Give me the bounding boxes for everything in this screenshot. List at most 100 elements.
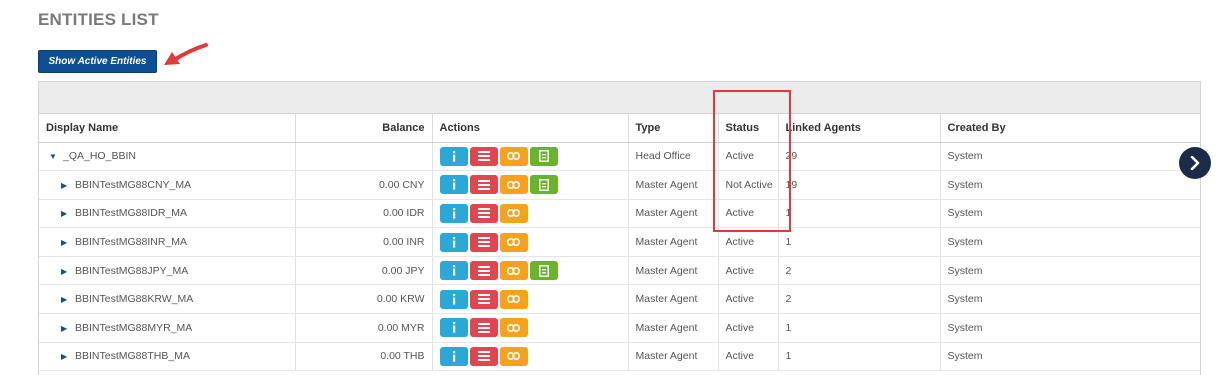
cell-display-name[interactable]: ▶ BBINTestMG88THB_MA <box>39 342 296 372</box>
cell-display-name[interactable]: ▶ BBINTestMG88KRW_MA <box>39 284 296 315</box>
cell-balance: 0.00 IDR <box>295 199 433 229</box>
cell-actions <box>432 142 629 172</box>
cell-linked-agents: 29 <box>778 142 941 172</box>
entities-table-container: Display Name Balance Actions Type Status… <box>38 81 1201 375</box>
expand-caret-right-icon[interactable]: ▶ <box>61 295 71 304</box>
link-icon <box>507 238 520 247</box>
list-action-button[interactable] <box>469 318 498 338</box>
entity-name: BBINTestMG88MYR_MA <box>75 321 193 334</box>
info-action-button[interactable] <box>439 318 468 338</box>
table-row[interactable]: ▶ BBINTestMG88KRW_MA 0.00 KRW Master Agent A… <box>39 284 1200 315</box>
expand-caret-right-icon[interactable]: ▶ <box>61 267 71 276</box>
cell-linked-agents: 1 <box>778 199 941 229</box>
cell-display-name[interactable]: ▼ _QA_HO_BBIN <box>39 142 296 172</box>
entity-name: BBINTestMG88JPY_MA <box>75 264 189 277</box>
document-icon <box>538 150 549 163</box>
table-row[interactable]: ▶ BBINTestMG88JPY_MA 0.00 JPY Master Agent A… <box>39 256 1200 286</box>
link-icon <box>507 352 520 361</box>
expand-caret-down-icon[interactable]: ▼ <box>49 152 59 161</box>
link-action-button[interactable] <box>499 175 528 195</box>
table-row[interactable]: ▶ BBINTestMG88INR_MA 0.00 INR Master Agent A… <box>39 227 1200 257</box>
expand-caret-right-icon[interactable]: ▶ <box>61 238 71 247</box>
cell-balance: 0.00 KRW <box>295 284 433 315</box>
cell-display-name[interactable]: ▶ BBINTestMG88CNY_MA <box>39 170 296 200</box>
info-action-button[interactable] <box>439 261 468 281</box>
list-icon <box>477 237 490 248</box>
cell-balance: 0.00 INR <box>295 227 433 257</box>
info-icon <box>450 293 458 305</box>
cell-actions <box>432 170 629 200</box>
cell-created-by: System <box>940 199 1200 229</box>
link-action-button[interactable] <box>499 232 528 252</box>
list-action-button[interactable] <box>469 175 498 195</box>
list-icon <box>477 151 490 162</box>
table-row[interactable]: ▶ BBINTestMG88MYR_MA 0.00 MYR Master Agent A… <box>39 313 1200 343</box>
link-action-button[interactable] <box>499 346 528 366</box>
cell-created-by: System <box>940 284 1200 315</box>
cell-linked-agents: 2 <box>778 256 941 286</box>
document-action-button[interactable] <box>529 146 558 166</box>
info-action-button[interactable] <box>439 232 468 252</box>
link-action-button[interactable] <box>499 318 528 338</box>
expand-caret-right-icon[interactable]: ▶ <box>61 209 71 218</box>
cell-actions <box>432 313 629 343</box>
cell-actions <box>432 199 629 229</box>
list-action-button[interactable] <box>469 146 498 166</box>
show-active-entities-button[interactable]: Show Active Entities <box>38 50 157 73</box>
cell-balance: 0.00 MYR <box>295 313 433 343</box>
table-row[interactable]: ▶ BBINTestMG88THB_MA 0.00 THB Master Agent A… <box>39 342 1200 372</box>
table-row[interactable]: ▶ BBINTestMG88IDR_MA 0.00 IDR Master Agent A… <box>39 199 1200 229</box>
cell-type: Master Agent <box>628 227 719 257</box>
document-action-button[interactable] <box>529 261 558 281</box>
info-icon <box>450 350 458 362</box>
link-action-button[interactable] <box>499 203 528 223</box>
cell-created-by: System <box>940 142 1200 172</box>
cell-linked-agents: 1 <box>778 342 941 372</box>
list-action-button[interactable] <box>469 232 498 252</box>
column-header-display-name[interactable]: Display Name <box>39 114 296 143</box>
info-action-button[interactable] <box>439 203 468 223</box>
table-row[interactable]: ▶ BBINTestMG88CNY_MA 0.00 CNY Master Agent N… <box>39 170 1200 200</box>
column-header-balance[interactable]: Balance <box>295 114 433 143</box>
info-action-button[interactable] <box>439 346 468 366</box>
list-action-button[interactable] <box>469 261 498 281</box>
column-header-type[interactable]: Type <box>628 114 719 143</box>
list-action-button[interactable] <box>469 203 498 223</box>
link-icon <box>507 180 520 189</box>
info-action-button[interactable] <box>439 146 468 166</box>
info-action-button[interactable] <box>439 175 468 195</box>
cell-actions <box>432 227 629 257</box>
cell-type: Master Agent <box>628 313 719 343</box>
cell-type: Head Office <box>628 142 719 172</box>
link-action-button[interactable] <box>499 289 528 309</box>
document-icon <box>538 178 549 191</box>
expand-caret-right-icon[interactable]: ▶ <box>61 324 71 333</box>
scroll-right-button[interactable] <box>1179 147 1211 179</box>
cell-display-name[interactable]: ▶ BBINTestMG88INR_MA <box>39 227 296 257</box>
cell-display-name[interactable]: ▶ BBINTestMG88MYR_MA <box>39 313 296 343</box>
link-action-button[interactable] <box>499 261 528 281</box>
entity-name: BBINTestMG88INR_MA <box>75 236 188 249</box>
document-icon <box>538 264 549 277</box>
list-action-button[interactable] <box>469 289 498 309</box>
cell-type: Master Agent <box>628 284 719 315</box>
cell-actions <box>432 342 629 372</box>
expand-caret-right-icon[interactable]: ▶ <box>61 352 71 361</box>
expand-caret-right-icon[interactable]: ▶ <box>61 181 71 190</box>
cell-status: Active <box>718 256 779 286</box>
cell-created-by: System <box>940 227 1200 257</box>
cell-display-name[interactable]: ▶ BBINTestMG88JPY_MA <box>39 256 296 286</box>
entity-name: BBINTestMG88CNY_MA <box>75 178 192 191</box>
list-action-button[interactable] <box>469 346 498 366</box>
cell-display-name[interactable]: ▶ BBINTestMG88IDR_MA <box>39 199 296 229</box>
info-icon <box>450 150 458 162</box>
column-header-created-by[interactable]: Created By <box>940 114 1200 143</box>
column-header-linked-agents[interactable]: Linked Agents <box>778 114 941 143</box>
info-action-button[interactable] <box>439 289 468 309</box>
link-icon <box>507 152 520 161</box>
list-icon <box>477 294 490 305</box>
document-action-button[interactable] <box>529 175 558 195</box>
link-action-button[interactable] <box>499 146 528 166</box>
entity-name: BBINTestMG88IDR_MA <box>75 207 188 220</box>
table-row[interactable]: ▼ _QA_HO_BBIN Head Office Active 29 System <box>39 142 1200 172</box>
